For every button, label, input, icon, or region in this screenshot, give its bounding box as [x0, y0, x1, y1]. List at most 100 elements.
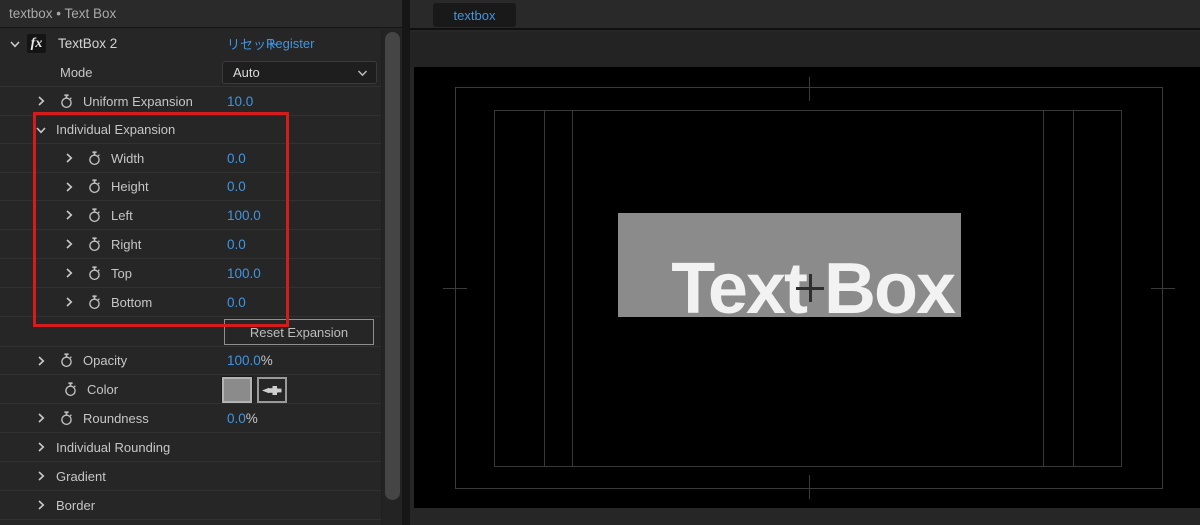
panel-divider[interactable] [402, 0, 410, 525]
viewer-tab-bar: textbox [410, 0, 1200, 30]
center-cut-guide-right-outer [1073, 110, 1074, 467]
row-mode: Mode Auto [0, 58, 381, 86]
chevron-right-icon[interactable] [64, 268, 74, 278]
color-swatch[interactable] [221, 376, 253, 404]
stopwatch-icon[interactable] [87, 265, 102, 281]
register-link[interactable]: Register [266, 36, 314, 51]
composition-view[interactable]: Text Box [414, 67, 1200, 508]
row-right: Right 0.0 [0, 229, 381, 258]
row-effect-title: fx TextBox 2 リセット Register [0, 29, 381, 58]
param-label: Top [111, 265, 132, 281]
center-tick-top [809, 77, 810, 101]
param-value[interactable]: 0.0 [227, 237, 246, 252]
mode-label: Mode [60, 64, 93, 80]
center-tick-left [443, 288, 467, 289]
row-roundness: Roundness 0.0% [0, 403, 381, 432]
group-label: Border [56, 497, 96, 513]
anchor-cross-icon[interactable] [796, 274, 824, 302]
chevron-right-icon[interactable] [64, 297, 74, 307]
row-opacity: Opacity 100.0% [0, 346, 381, 374]
center-tick-bottom [809, 475, 810, 499]
center-cut-guide-left-outer [544, 110, 545, 467]
group-label: Gradient [56, 468, 106, 484]
row-border: Border [0, 490, 381, 519]
group-label: Individual Rounding [56, 439, 171, 455]
stopwatch-icon[interactable] [87, 150, 102, 166]
param-label: Color [87, 381, 119, 397]
group-label: Individual Expansion [56, 122, 176, 137]
composition-viewer-panel: textbox Text Box [410, 0, 1200, 525]
row-reset-expansion: Reset Expansion [0, 316, 381, 346]
mode-value: Auto [233, 65, 260, 80]
chevron-right-icon[interactable] [64, 153, 74, 163]
param-value[interactable]: 100.0 [227, 266, 261, 281]
param-value[interactable]: 0.0% [227, 411, 258, 426]
effect-controls-scrollbar [381, 29, 402, 525]
after-effects-window: textbox • Text Box fx TextBox 2 リセット Reg… [0, 0, 1200, 525]
stopwatch-icon[interactable] [87, 294, 102, 310]
row-top: Top 100.0 [0, 258, 381, 287]
tab-textbox[interactable]: textbox [433, 3, 516, 27]
chevron-right-icon[interactable] [36, 413, 46, 423]
effect-controls-header[interactable]: textbox • Text Box [0, 0, 402, 28]
viewer-bottom-margin [410, 508, 1200, 525]
stopwatch-icon[interactable] [87, 207, 102, 223]
param-value[interactable]: 0.0 [227, 151, 246, 166]
param-label: Width [111, 150, 145, 166]
mode-dropdown[interactable]: Auto [222, 61, 377, 84]
textbox-layer[interactable]: Text Box [618, 213, 961, 325]
chevron-right-icon[interactable] [36, 442, 46, 452]
chevron-down-icon[interactable] [10, 40, 20, 48]
fx-icon: fx [27, 34, 46, 53]
param-label: Right [111, 236, 142, 252]
viewer-margin [410, 32, 1200, 67]
center-tick-right [1151, 288, 1175, 289]
row-color: Color [0, 374, 381, 404]
param-unit: % [260, 353, 273, 368]
effect-rows: fx TextBox 2 リセット Register Mode Auto Uni… [0, 29, 381, 525]
param-unit: % [245, 410, 258, 426]
stopwatch-icon[interactable] [59, 353, 74, 368]
chevron-right-icon[interactable] [64, 239, 74, 249]
row-bottom: Bottom 0.0 [0, 287, 381, 316]
reset-expansion-button[interactable]: Reset Expansion [224, 319, 374, 345]
row-filler [0, 519, 381, 525]
row-individual-rounding: Individual Rounding [0, 432, 381, 461]
stopwatch-icon[interactable] [87, 179, 102, 194]
chevron-down-icon[interactable] [36, 126, 46, 134]
row-gradient: Gradient [0, 461, 381, 490]
row-width: Width 0.0 [0, 143, 381, 172]
param-label: Bottom [111, 294, 153, 310]
panel-title: textbox • Text Box [9, 6, 117, 21]
center-cut-guide-left-inner [572, 110, 573, 467]
param-label: Roundness [83, 410, 149, 426]
chevron-right-icon[interactable] [36, 355, 46, 366]
chevron-right-icon[interactable] [36, 471, 46, 481]
center-cut-guide-right-inner [1043, 110, 1044, 467]
chevron-right-icon[interactable] [64, 210, 74, 220]
param-label: Uniform Expansion [83, 93, 193, 109]
param-value[interactable]: 100.0 [227, 208, 261, 223]
param-label: Left [111, 207, 133, 223]
stopwatch-icon[interactable] [63, 381, 78, 397]
param-label: Height [111, 179, 149, 194]
param-value[interactable]: 10.0 [227, 94, 253, 109]
row-individual-expansion: Individual Expansion [0, 115, 381, 143]
stopwatch-icon[interactable] [59, 93, 74, 109]
param-value[interactable]: 0.0 [227, 295, 246, 310]
stopwatch-icon[interactable] [59, 410, 74, 426]
row-left: Left 100.0 [0, 200, 381, 229]
chevron-right-icon[interactable] [36, 500, 46, 510]
chevron-right-icon[interactable] [36, 96, 46, 106]
param-label: Opacity [83, 353, 128, 368]
param-value[interactable]: 0.0 [227, 179, 246, 194]
effect-controls-panel: textbox • Text Box fx TextBox 2 リセット Reg… [0, 0, 402, 525]
scrollbar-thumb[interactable] [385, 32, 400, 500]
row-uniform-expansion: Uniform Expansion 10.0 [0, 86, 381, 115]
param-value[interactable]: 100.0% [227, 353, 273, 368]
chevron-down-icon [357, 69, 368, 77]
effect-name[interactable]: TextBox 2 [58, 36, 117, 51]
chevron-right-icon[interactable] [64, 181, 74, 192]
stopwatch-icon[interactable] [87, 236, 102, 252]
eyedropper-icon[interactable] [257, 377, 287, 403]
